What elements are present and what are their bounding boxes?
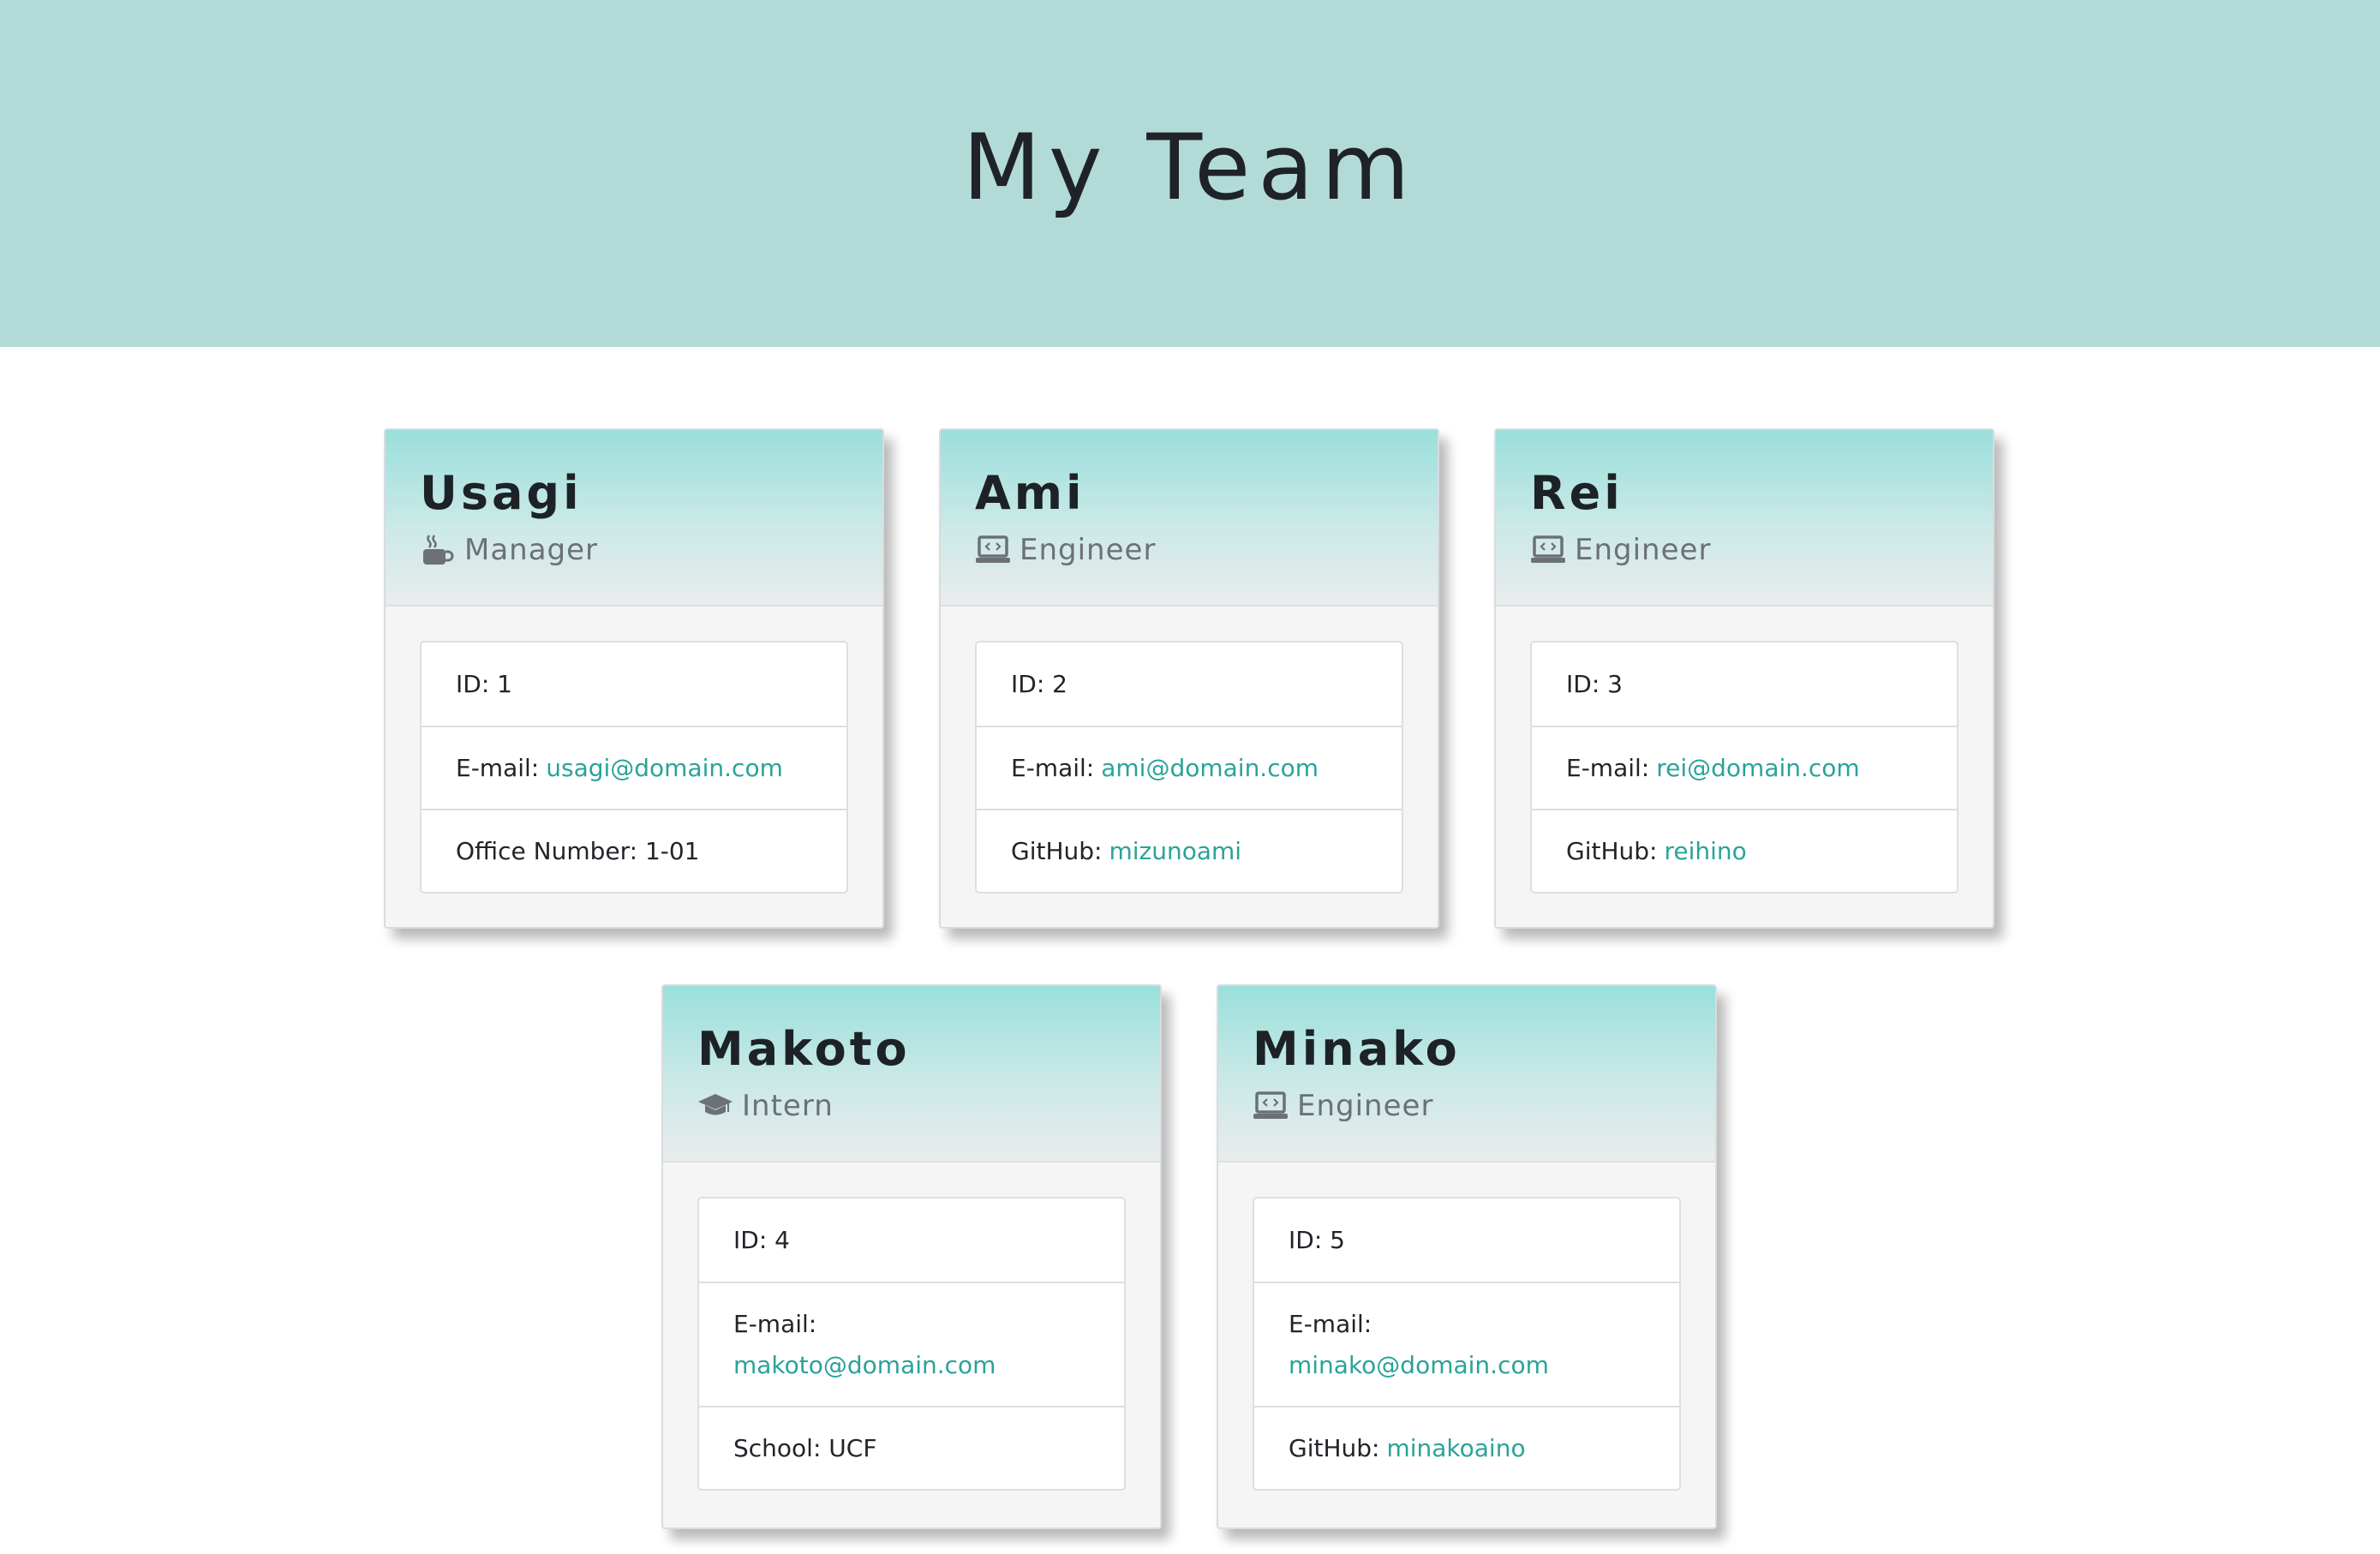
employee-id: ID: 2 — [1011, 669, 1067, 698]
email-label: E-mail: — [1289, 1309, 1372, 1338]
github-label: GitHub: — [1566, 836, 1658, 865]
employee-role: Engineer — [975, 531, 1403, 569]
info-list: ID: 4 E-mail: makoto@domain.com School: … — [697, 1197, 1126, 1491]
role-label: Engineer — [1297, 1089, 1434, 1123]
card-body: ID: 4 E-mail: makoto@domain.com School: … — [663, 1163, 1160, 1525]
employee-id: ID: 3 — [1566, 669, 1623, 698]
card-body: ID: 1 E-mail: usagi@domain.com Office Nu… — [386, 607, 882, 927]
page-title: My Team — [962, 115, 1418, 220]
email-link[interactable]: minako@domain.com — [1289, 1345, 1549, 1386]
github-link[interactable]: reihino — [1664, 831, 1746, 872]
email-link[interactable]: ami@domain.com — [1101, 748, 1319, 789]
github-label: GitHub: — [1011, 836, 1103, 865]
school: School: UCF — [699, 1406, 1124, 1489]
employee-id: ID: 4 — [733, 1225, 790, 1254]
card-header: Minako Engineer — [1218, 986, 1715, 1163]
card-header: Ami Engineer — [941, 430, 1438, 607]
card-body: ID: 2 E-mail: ami@domain.com GitHub: miz… — [941, 607, 1438, 927]
employee-email-row: E-mail: usagi@domain.com — [422, 726, 846, 809]
employee-role: Engineer — [1253, 1087, 1681, 1125]
employee-id: ID: 5 — [1289, 1225, 1345, 1254]
laptop-code-icon — [1253, 1088, 1289, 1124]
email-link[interactable]: usagi@domain.com — [546, 748, 783, 789]
role-label: Manager — [464, 533, 599, 567]
role-label: Engineer — [1020, 533, 1157, 567]
employee-role: Engineer — [1530, 531, 1958, 569]
employee-name: Makoto — [697, 1022, 911, 1076]
info-list: ID: 3 E-mail: rei@domain.com GitHub: rei… — [1530, 641, 1958, 894]
github-row: GitHub: minakoaino — [1254, 1406, 1679, 1489]
employee-id: ID: 1 — [456, 669, 512, 698]
page-header: My Team — [0, 0, 2380, 347]
employee-card-rei: Rei Engineer ID: 3 E-mail: rei@domain.co… — [1494, 428, 1994, 929]
email-label: E-mail: — [733, 1309, 817, 1338]
card-body: ID: 5 E-mail: minako@domain.com GitHub: … — [1218, 1163, 1715, 1525]
github-link[interactable]: minakoaino — [1386, 1428, 1525, 1469]
info-list: ID: 1 E-mail: usagi@domain.com Office Nu… — [420, 641, 848, 894]
github-row: GitHub: mizunoami — [977, 809, 1402, 892]
office-number: Office Number: 1-01 — [422, 809, 846, 892]
employee-name: Minako — [1253, 1022, 1461, 1076]
email-label: E-mail: — [1011, 753, 1095, 782]
employee-name: Usagi — [420, 466, 583, 520]
info-list: ID: 2 E-mail: ami@domain.com GitHub: miz… — [975, 641, 1403, 894]
employee-card-minako: Minako Engineer ID: 5 E-mail: minako@dom… — [1217, 984, 1717, 1529]
employee-email-row: E-mail: ami@domain.com — [977, 726, 1402, 809]
employee-role: Manager — [420, 531, 848, 569]
card-header: Makoto Intern — [663, 986, 1160, 1163]
employee-role: Intern — [697, 1087, 1126, 1125]
email-label: E-mail: — [456, 753, 540, 782]
github-label: GitHub: — [1289, 1433, 1380, 1462]
employee-card-usagi: Usagi Manager ID: 1 E-mail: usagi@domain… — [384, 428, 884, 929]
email-link[interactable]: makoto@domain.com — [733, 1345, 996, 1386]
employee-email-row: E-mail: rei@domain.com — [1532, 726, 1957, 809]
graduation-cap-icon — [697, 1088, 733, 1124]
github-row: GitHub: reihino — [1532, 809, 1957, 892]
role-label: Intern — [742, 1089, 834, 1123]
role-label: Engineer — [1575, 533, 1712, 567]
github-link[interactable]: mizunoami — [1109, 831, 1241, 872]
laptop-code-icon — [1530, 532, 1566, 568]
card-header: Usagi Manager — [386, 430, 882, 607]
employee-name: Rei — [1530, 466, 1624, 520]
employee-email-row: E-mail: makoto@domain.com — [699, 1282, 1124, 1406]
card-body: ID: 3 E-mail: rei@domain.com GitHub: rei… — [1496, 607, 1993, 927]
employee-name: Ami — [975, 466, 1085, 520]
coffee-mug-icon — [420, 532, 456, 568]
email-link[interactable]: rei@domain.com — [1656, 748, 1859, 789]
email-label: E-mail: — [1566, 753, 1650, 782]
employee-card-makoto: Makoto Intern ID: 4 E-mail: makoto@domai… — [661, 984, 1162, 1529]
laptop-code-icon — [975, 532, 1011, 568]
employee-card-ami: Ami Engineer ID: 2 E-mail: ami@domain.co… — [939, 428, 1439, 929]
info-list: ID: 5 E-mail: minako@domain.com GitHub: … — [1253, 1197, 1681, 1491]
employee-email-row: E-mail: minako@domain.com — [1254, 1282, 1679, 1406]
card-header: Rei Engineer — [1496, 430, 1993, 607]
